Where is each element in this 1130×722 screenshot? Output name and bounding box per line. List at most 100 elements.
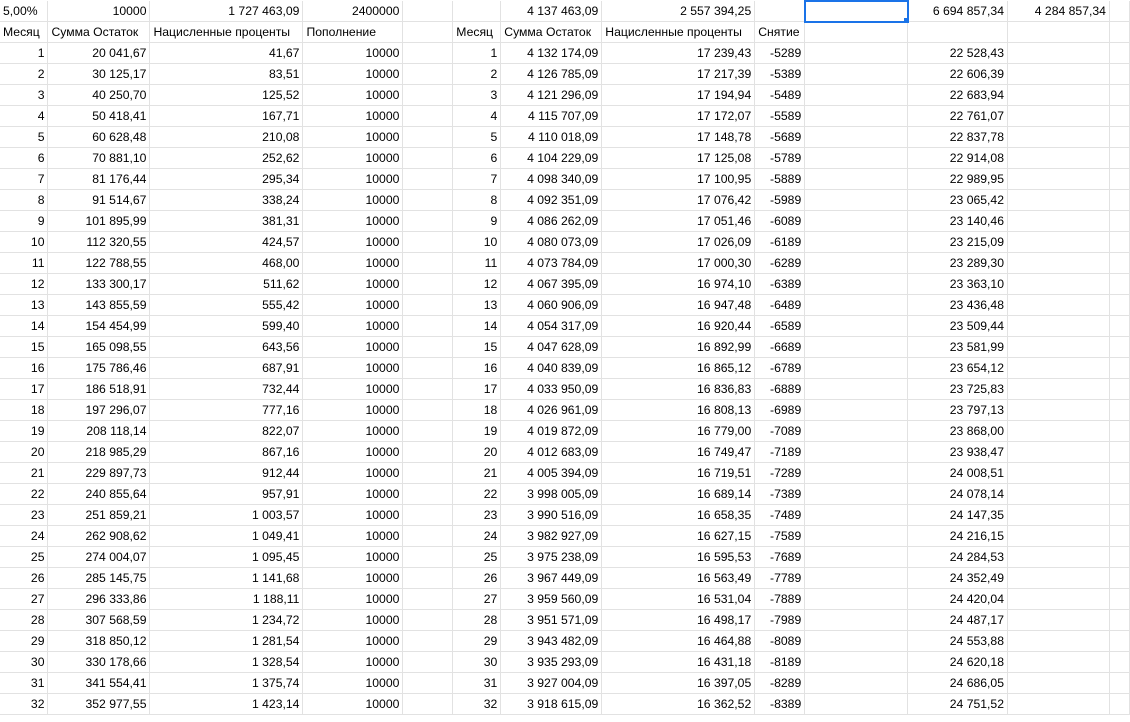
interest2-cell[interactable]: 16 431,18 [601,651,756,673]
empty-cell[interactable] [907,21,1008,43]
replenish-cell[interactable]: 10000 [302,693,404,715]
replenish-cell[interactable]: 10000 [302,42,404,64]
month-cell[interactable]: 14 [0,315,49,337]
month-cell[interactable]: 31 [0,672,49,694]
empty-cell[interactable] [804,588,909,610]
balance-cell[interactable]: 197 296,07 [47,399,151,421]
interest-cell[interactable]: 643,56 [149,336,304,358]
interest-cell[interactable]: 732,44 [149,378,304,400]
empty-cell[interactable] [402,504,454,526]
balance2-cell[interactable]: 3 927 004,09 [500,672,603,694]
empty-cell[interactable] [1109,441,1130,463]
withdraw-cell[interactable]: -7289 [754,462,806,484]
interest-cell[interactable]: 957,91 [149,483,304,505]
extra-cell[interactable]: 24 487,17 [907,609,1008,631]
balance-cell[interactable]: 274 004,07 [47,546,151,568]
month2-cell[interactable]: 8 [452,189,502,211]
empty-cell[interactable] [1109,651,1130,673]
empty-cell[interactable] [402,126,454,148]
interest-cell[interactable]: 1 234,72 [149,609,304,631]
interest-cell[interactable]: 468,00 [149,252,304,274]
empty-cell[interactable] [804,672,909,694]
interest-cell[interactable]: 1 049,41 [149,525,304,547]
balance-cell[interactable]: 175 786,46 [47,357,151,379]
interest2-cell[interactable]: 16 865,12 [601,357,756,379]
balance-cell[interactable]: 154 454,99 [47,315,151,337]
month-cell[interactable]: 28 [0,609,49,631]
interest2-cell[interactable]: 16 947,48 [601,294,756,316]
interest2-cell[interactable]: 16 974,10 [601,273,756,295]
balance2-cell[interactable]: 4 047 628,09 [500,336,603,358]
replenish-cell[interactable]: 10000 [302,105,404,127]
empty-cell[interactable] [1109,630,1130,652]
empty-cell[interactable] [1109,693,1130,715]
empty-cell[interactable] [402,189,454,211]
interest2-cell[interactable]: 17 239,43 [601,42,756,64]
month2-cell[interactable]: 26 [452,567,502,589]
withdraw-cell[interactable]: -7889 [754,588,806,610]
empty-cell[interactable] [1007,105,1110,127]
replenish-cell[interactable]: 10000 [302,672,404,694]
replenish-cell[interactable]: 10000 [302,609,404,631]
month2-cell[interactable]: 9 [452,210,502,232]
empty-cell[interactable] [402,567,454,589]
empty-cell[interactable] [1007,357,1110,379]
month2-cell[interactable]: 22 [452,483,502,505]
replenish-cell[interactable]: 10000 [302,84,404,106]
empty-cell[interactable] [804,504,909,526]
replenish-cell[interactable]: 10000 [302,630,404,652]
month-cell[interactable]: 5 [0,126,49,148]
empty-cell[interactable] [1007,336,1110,358]
month-cell[interactable]: 10 [0,231,49,253]
balance2-cell[interactable]: 4 121 296,09 [500,84,603,106]
extra-cell[interactable]: 22 683,94 [907,84,1008,106]
month2-cell[interactable]: 32 [452,693,502,715]
interest2-cell[interactable]: 17 100,95 [601,168,756,190]
header-balance2[interactable]: Сумма Остаток [500,21,603,43]
empty-cell[interactable] [804,651,909,673]
extra-cell[interactable]: 24 686,05 [907,672,1008,694]
empty-cell[interactable] [804,567,909,589]
withdraw-cell[interactable]: -6889 [754,378,806,400]
empty-cell[interactable] [1109,21,1130,43]
balance2-cell[interactable]: 4 005 394,09 [500,462,603,484]
empty-cell[interactable] [1007,651,1110,673]
balance2-cell[interactable]: 3 975 238,09 [500,546,603,568]
extra-cell[interactable]: 23 938,47 [907,441,1008,463]
balance2-cell[interactable]: 4 080 073,09 [500,231,603,253]
extra-cell[interactable]: 23 289,30 [907,252,1008,274]
empty-cell[interactable] [1109,168,1130,190]
month-cell[interactable]: 24 [0,525,49,547]
month-cell[interactable]: 15 [0,336,49,358]
balance-cell[interactable]: 229 897,73 [47,462,151,484]
interest-cell[interactable]: 511,62 [149,273,304,295]
interest2-cell[interactable]: 17 125,08 [601,147,756,169]
empty-cell[interactable] [402,42,454,64]
interest-cell[interactable]: 381,31 [149,210,304,232]
extra-cell[interactable]: 23 509,44 [907,315,1008,337]
extra-cell[interactable]: 23 868,00 [907,420,1008,442]
empty-cell[interactable] [804,420,909,442]
replenish-cell[interactable]: 10000 [302,357,404,379]
empty-cell[interactable] [402,336,454,358]
empty-cell[interactable] [402,294,454,316]
interest-cell[interactable]: 1 328,54 [149,651,304,673]
interest-cell[interactable]: 41,67 [149,42,304,64]
empty-cell[interactable] [804,315,909,337]
extra-cell[interactable]: 23 065,42 [907,189,1008,211]
replenish-cell[interactable]: 10000 [302,420,404,442]
month-cell[interactable]: 32 [0,693,49,715]
interest2-cell[interactable]: 16 498,17 [601,609,756,631]
interest-cell[interactable]: 599,40 [149,315,304,337]
empty-cell[interactable] [1007,504,1110,526]
balance2-cell[interactable]: 4 073 784,09 [500,252,603,274]
replenish-cell[interactable]: 10000 [302,399,404,421]
balance-cell[interactable]: 341 554,41 [47,672,151,694]
empty-cell[interactable] [1109,672,1130,694]
empty-cell[interactable] [804,63,909,85]
interest-cell[interactable]: 555,42 [149,294,304,316]
withdraw-cell[interactable]: -5389 [754,63,806,85]
balance2-cell[interactable]: 4 026 961,09 [500,399,603,421]
withdraw-cell[interactable]: -6989 [754,399,806,421]
balance2-cell[interactable]: 4 012 683,09 [500,441,603,463]
